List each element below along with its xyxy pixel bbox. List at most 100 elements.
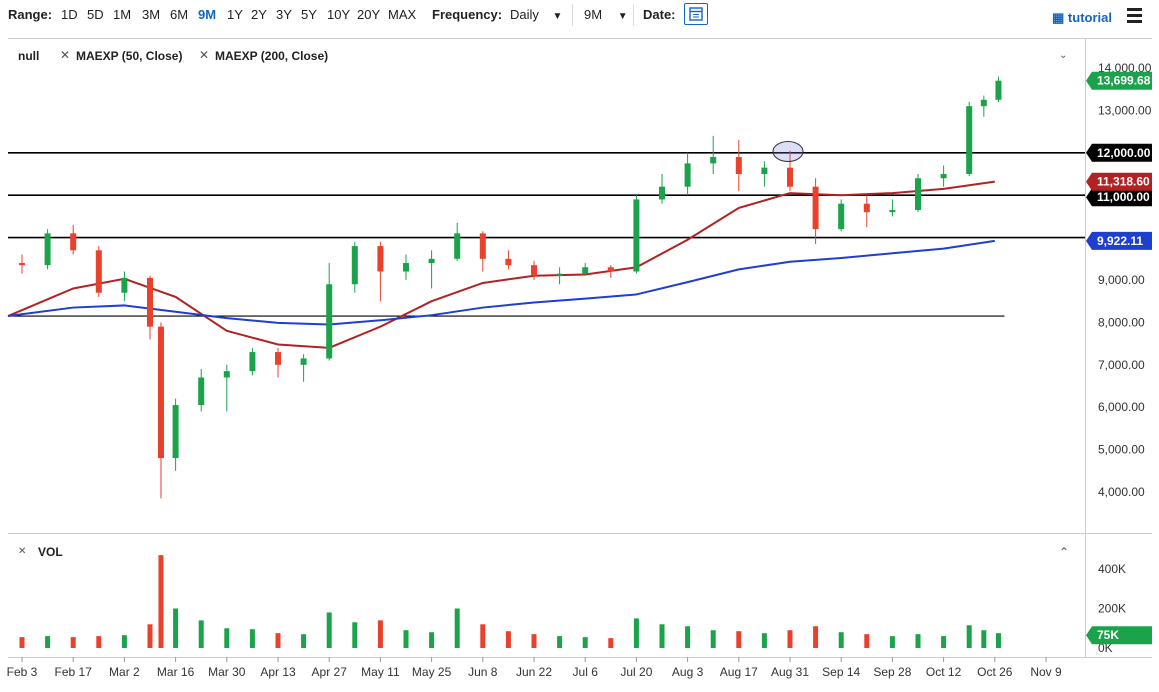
volume-bar	[787, 630, 793, 648]
candle-body	[966, 106, 973, 174]
candle-body	[838, 203, 845, 230]
candle-body	[249, 352, 256, 372]
candle-body	[889, 210, 896, 213]
candle-body	[479, 233, 486, 259]
candle-body	[147, 277, 153, 327]
candle-body	[684, 163, 691, 187]
candle-body	[556, 273, 563, 276]
candle-body	[454, 233, 461, 259]
price-tick-label: 6,000.00	[1098, 400, 1145, 414]
candle-body	[607, 267, 614, 272]
volume-bar	[70, 637, 76, 648]
candle-body	[157, 326, 164, 459]
candle-body	[863, 203, 870, 213]
candle-body	[787, 167, 793, 187]
candle-body	[95, 250, 102, 293]
candle-body	[275, 352, 281, 365]
volume-bar	[685, 626, 691, 648]
candle-body	[761, 167, 768, 174]
candle-body	[531, 265, 537, 276]
volume-bar	[275, 633, 281, 648]
volume-bar	[557, 636, 563, 648]
candle-body	[70, 233, 77, 251]
x-tick-label: Jun 22	[516, 665, 552, 679]
candle-body	[377, 246, 384, 272]
x-tick-label: Oct 12	[926, 665, 962, 679]
x-tick-label: Apr 27	[312, 665, 348, 679]
volume-bar	[96, 636, 102, 648]
candle-body	[633, 199, 640, 272]
x-tick-label: Nov 9	[1030, 665, 1062, 679]
level-12000-badge: 12,000.00	[1097, 146, 1151, 160]
volume-bar	[249, 629, 255, 648]
ma200-badge: 9,922.11	[1097, 234, 1143, 248]
x-tick-label: Mar 30	[208, 665, 246, 679]
ma50-line	[7, 180, 995, 349]
x-tick-label: Mar 16	[157, 665, 195, 679]
ma50-badge: 11,318.60	[1097, 175, 1150, 189]
candle-body	[915, 178, 921, 211]
candle-body	[198, 377, 205, 406]
volume-bar	[173, 608, 179, 648]
candle-body	[582, 267, 589, 274]
candle-body	[351, 246, 358, 285]
price-tick-label: 7,000.00	[1098, 358, 1145, 372]
volume-bar	[995, 633, 1001, 648]
x-tick-label: Mar 2	[109, 665, 140, 679]
price-tick-label: 5,000.00	[1098, 443, 1145, 457]
candle-body	[710, 157, 717, 164]
candle-body	[300, 358, 307, 365]
candle-body	[121, 277, 128, 293]
candle-body	[812, 186, 819, 230]
volume-bar	[480, 624, 486, 648]
candle-body	[940, 174, 947, 179]
volume-bar	[633, 618, 639, 648]
volume-bar	[429, 632, 435, 648]
volume-bar	[377, 620, 383, 648]
volume-bar	[710, 630, 716, 648]
ma200-line	[7, 239, 995, 326]
candle-body	[735, 157, 742, 174]
volume-bar	[941, 636, 947, 648]
highlight-circle	[772, 141, 804, 163]
x-tick-label: Sep 14	[822, 665, 860, 679]
volume-bar	[45, 636, 51, 648]
volume-bar	[608, 638, 614, 648]
last-volume-badge: 75K	[1097, 628, 1119, 642]
candle-body	[980, 99, 987, 107]
x-tick-label: May 25	[412, 665, 452, 679]
price-chart: 4,000.00 5,000.00 6,000.00 7,000.00 8,000.00…	[7, 61, 1152, 679]
volume-bar	[454, 608, 460, 648]
x-tick-label: Aug 3	[672, 665, 704, 679]
volume-bar	[121, 635, 127, 648]
candle-body	[19, 263, 25, 266]
x-tick-label: Feb 3	[7, 665, 38, 679]
candle-body	[326, 284, 333, 359]
volume-bar	[582, 637, 588, 648]
volume-tick-label: 400K	[1098, 562, 1126, 576]
candle-body	[172, 405, 179, 459]
volume-bar	[198, 620, 204, 648]
volume-bar	[224, 628, 230, 648]
volume-bar	[761, 633, 767, 648]
volume-bar	[981, 630, 987, 648]
volume-bar	[505, 631, 511, 648]
volume-bar	[147, 624, 153, 648]
x-tick-label: Feb 17	[55, 665, 93, 679]
x-tick-label: Oct 26	[977, 665, 1013, 679]
volume-bar	[736, 631, 742, 648]
x-tick-label: Jul 6	[573, 665, 599, 679]
candle-body	[44, 233, 51, 266]
candle-body	[403, 263, 409, 272]
volume-bar	[158, 555, 164, 648]
volume-bar	[915, 634, 921, 648]
candle-body	[223, 371, 230, 378]
x-tick-label: Jun 8	[468, 665, 498, 679]
price-tick-label: 9,000.00	[1098, 273, 1145, 287]
price-tick-label: 4,000.00	[1098, 485, 1145, 499]
candle-body	[505, 258, 512, 266]
volume-bar	[326, 612, 332, 648]
x-tick-label: Jul 20	[620, 665, 652, 679]
x-tick-label: Aug 31	[771, 665, 809, 679]
volume-bar	[301, 634, 307, 648]
